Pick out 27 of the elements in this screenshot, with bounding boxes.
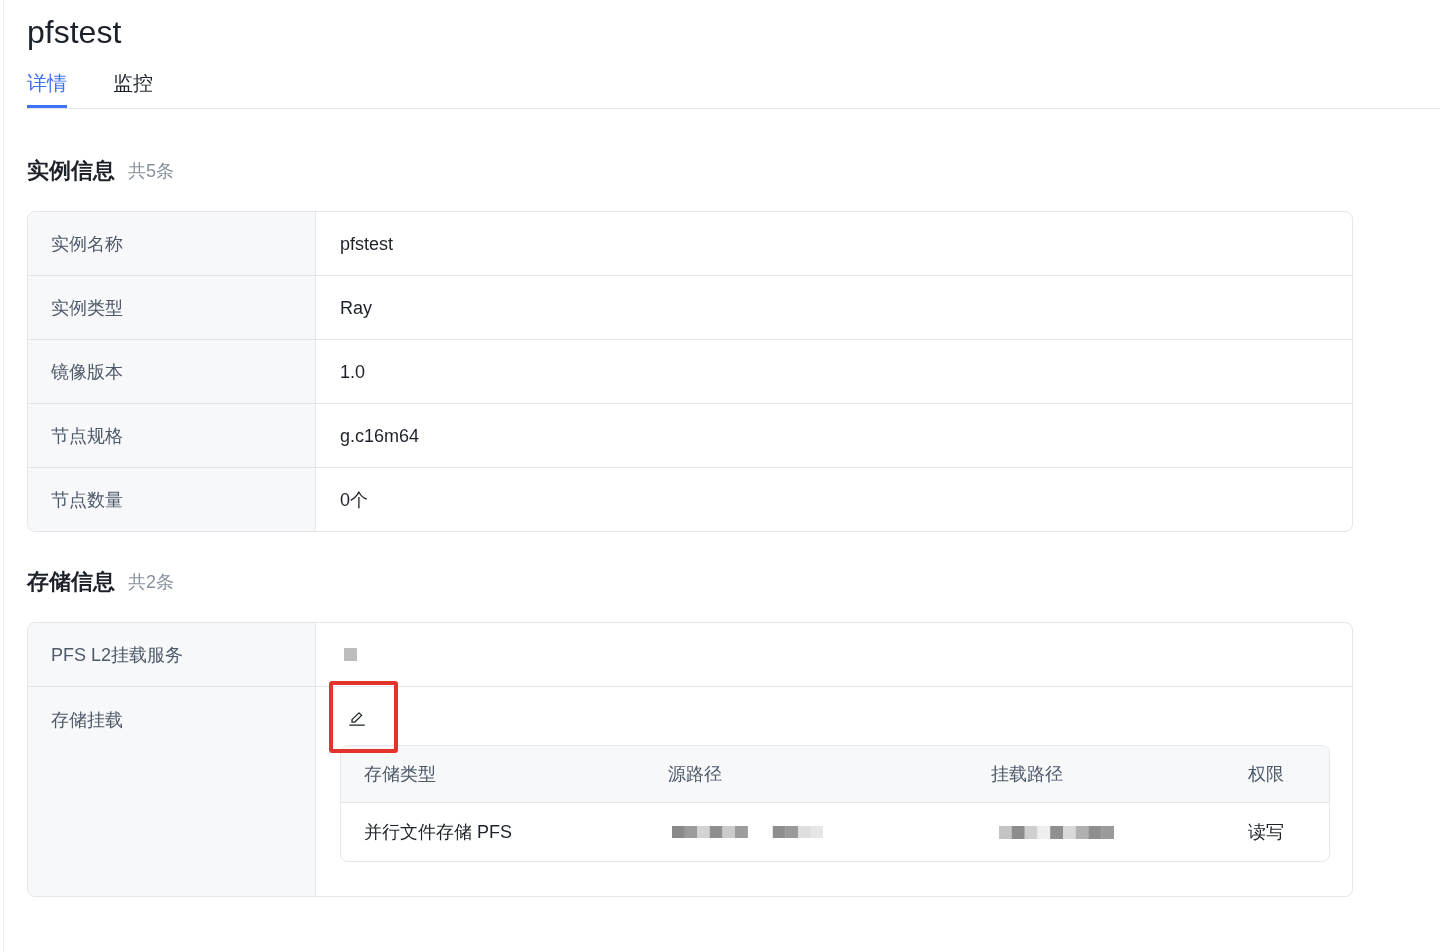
column-header: 源路径 bbox=[645, 746, 968, 803]
tab[interactable]: 详情 bbox=[27, 52, 67, 108]
field-value: g.c16m64 bbox=[340, 424, 420, 448]
item-count: 共5条 bbox=[128, 160, 174, 183]
section-title: 存储信息 bbox=[27, 568, 115, 596]
item-count: 共2条 bbox=[128, 571, 174, 594]
field-value: pfstest bbox=[340, 232, 394, 256]
column-header: 存储类型 bbox=[341, 746, 645, 803]
column-header: 挂载路径 bbox=[968, 746, 1225, 803]
field-value: 0个 bbox=[340, 488, 368, 512]
pencil-icon bbox=[349, 712, 365, 726]
field-label: 实例类型 bbox=[51, 296, 123, 320]
field-value: 1.0 bbox=[340, 360, 366, 384]
field-label: 节点规格 bbox=[51, 424, 123, 448]
table-cell-text: 读写 bbox=[1247, 821, 1285, 844]
page-title: pfstest bbox=[27, 13, 122, 52]
field-value: Ray bbox=[340, 296, 372, 320]
field-label: 节点数量 bbox=[51, 488, 123, 512]
field-label: 存储挂载 bbox=[51, 709, 123, 732]
pixelated-redaction bbox=[344, 648, 357, 661]
column-header: 权限 bbox=[1225, 746, 1329, 803]
field-label: PFS L2挂载服务 bbox=[51, 643, 184, 667]
section-title: 实例信息 bbox=[27, 157, 115, 185]
tab[interactable]: 监控 bbox=[113, 52, 153, 108]
table-cell-text: 并行文件存储 PFS bbox=[363, 821, 513, 844]
field-label: 实例名称 bbox=[51, 232, 123, 256]
field-label: 镜像版本 bbox=[51, 360, 123, 384]
